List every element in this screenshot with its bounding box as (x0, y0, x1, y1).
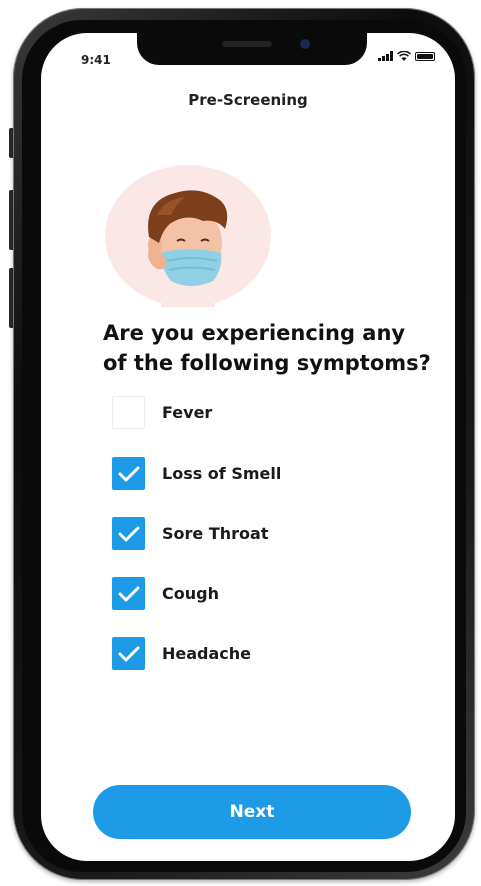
checkmark-icon (118, 646, 139, 661)
cellular-signal-icon (378, 51, 393, 61)
symptom-option-fever[interactable]: Fever (112, 396, 212, 429)
symptom-option-cough[interactable]: Cough (112, 577, 219, 610)
cough-checkbox[interactable] (112, 577, 145, 610)
status-icons (378, 51, 435, 61)
sore-throat-checkbox[interactable] (112, 517, 145, 550)
notch (137, 33, 367, 65)
checkmark-icon (118, 466, 139, 481)
fever-checkbox[interactable] (112, 396, 145, 429)
symptom-question: Are you experiencing any of the followin… (103, 321, 431, 375)
masked-person-avatar (105, 165, 271, 307)
checkmark-icon (118, 526, 139, 541)
loss-of-smell-checkbox[interactable] (112, 457, 145, 490)
battery-icon (415, 52, 435, 61)
symptom-option-headache[interactable]: Headache (112, 637, 251, 670)
checkmark-icon (118, 586, 139, 601)
symptom-label: Cough (162, 584, 219, 603)
symptom-label: Sore Throat (162, 524, 269, 543)
wifi-icon (397, 51, 411, 61)
status-time: 9:41 (81, 53, 111, 67)
symptom-label: Headache (162, 644, 252, 663)
app-screen: 9:41 Pre-Screening Are you experiencing … (41, 33, 455, 861)
headache-checkbox[interactable] (112, 637, 145, 670)
symptom-option-loss-of-smell[interactable]: Loss of Smell (112, 457, 281, 490)
page-title: Pre-Screening (188, 91, 308, 109)
symptom-label: Fever (162, 403, 213, 422)
symptom-label: Loss of Smell (162, 464, 282, 483)
speaker-grille (222, 41, 272, 47)
front-camera (300, 39, 310, 49)
next-button[interactable]: Next (93, 785, 411, 839)
symptom-option-sore-throat[interactable]: Sore Throat (112, 517, 268, 550)
